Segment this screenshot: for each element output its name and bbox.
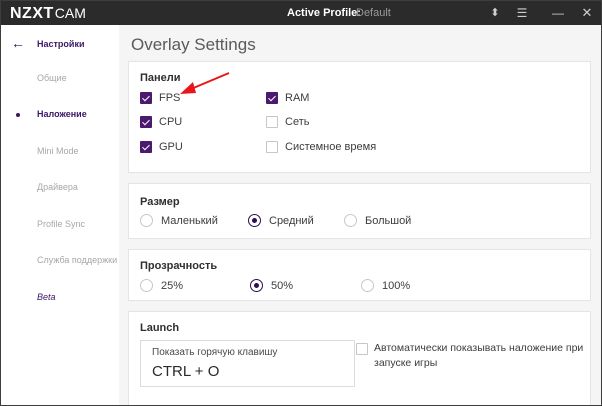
sidebar-title[interactable]: Настройки: [37, 39, 84, 49]
size-title: Размер: [140, 196, 180, 208]
auto-show-checkbox[interactable]: [356, 343, 368, 355]
size-large-label: Большой: [365, 214, 412, 227]
active-profile-label: Active Profile:: [287, 7, 361, 19]
size-large-radio[interactable]: [344, 214, 357, 227]
sidebar-item-mini-mode[interactable]: Mini Mode: [37, 146, 79, 156]
menu-list-icon[interactable]: ☰: [515, 5, 529, 21]
panels-card: Панели FPS CPU GPU RAM Сеть Системное вр…: [128, 61, 591, 173]
radio-size-large[interactable]: Большой: [344, 214, 411, 227]
opacity-25-radio[interactable]: [140, 279, 153, 292]
opacity-50-radio[interactable]: [250, 279, 263, 292]
opacity-100-label: 100%: [382, 279, 411, 292]
cpu-label: CPU: [159, 116, 183, 128]
app-logo: NZXTCAM: [10, 4, 86, 23]
profile-switch-icon[interactable]: ⬍: [488, 5, 502, 21]
main-content: Overlay Settings Панели FPS CPU GPU RAM: [119, 25, 601, 405]
sidebar-item-support[interactable]: Служба поддержки: [37, 255, 117, 265]
radio-size-small[interactable]: Маленький: [140, 214, 218, 227]
hotkey-value: CTRL + O: [152, 363, 220, 380]
logo-sub: CAM: [54, 5, 86, 21]
fps-checkbox-box[interactable]: [140, 92, 152, 104]
title-bar: NZXTCAM Active Profile: Default ⬍ ☰ — ✕: [1, 1, 601, 25]
hotkey-label: Показать горячую клавишу: [152, 347, 278, 358]
size-medium-label: Средний: [269, 214, 314, 227]
opacity-50-label: 50%: [271, 279, 294, 292]
launch-card: Launch Показать горячую клавишу CTRL + O…: [128, 311, 591, 405]
checkbox-network[interactable]: Сеть: [266, 116, 309, 128]
back-arrow-icon[interactable]: ←: [11, 36, 25, 50]
system-time-checkbox-box[interactable]: [266, 141, 278, 153]
active-profile-value[interactable]: Default: [356, 7, 391, 19]
minimize-icon[interactable]: —: [551, 5, 565, 21]
checkbox-fps[interactable]: FPS: [140, 92, 180, 104]
size-medium-radio[interactable]: [248, 214, 261, 227]
checkbox-ram[interactable]: RAM: [266, 92, 309, 104]
sidebar-item-profile-sync[interactable]: Profile Sync: [37, 219, 85, 229]
cpu-checkbox-box[interactable]: [140, 116, 152, 128]
app-window: NZXTCAM Active Profile: Default ⬍ ☰ — ✕ …: [0, 0, 602, 406]
network-label: Сеть: [285, 116, 310, 128]
sidebar-item-beta[interactable]: Beta: [37, 292, 56, 302]
system-time-label: Системное время: [285, 141, 377, 153]
logo-main: NZXT: [10, 5, 54, 22]
opacity-title: Прозрачность: [140, 260, 218, 272]
close-icon[interactable]: ✕: [580, 5, 594, 21]
size-small-label: Маленький: [161, 214, 218, 227]
sidebar-item-drivers[interactable]: Драйвера: [37, 182, 78, 192]
launch-title: Launch: [140, 322, 180, 334]
page-title: Overlay Settings: [131, 35, 256, 54]
network-checkbox-box[interactable]: [266, 116, 278, 128]
radio-size-medium[interactable]: Средний: [248, 214, 314, 227]
ram-checkbox-box[interactable]: [266, 92, 278, 104]
sidebar-item-general[interactable]: Общие: [37, 73, 67, 83]
opacity-25-label: 25%: [161, 279, 184, 292]
opacity-100-radio[interactable]: [361, 279, 374, 292]
checkbox-gpu[interactable]: GPU: [140, 141, 183, 153]
radio-opacity-50[interactable]: 50%: [250, 279, 293, 292]
size-card: Размер Маленький Средний Большой: [128, 183, 591, 239]
panels-title: Панели: [140, 72, 181, 84]
sidebar-item-overlay[interactable]: Наложение: [37, 109, 87, 119]
settings-sidebar: ← Настройки Общие Наложение Mini Mode Др…: [1, 25, 119, 405]
opacity-card: Прозрачность 25% 50% 100%: [128, 249, 591, 301]
active-indicator-dot: [16, 113, 20, 117]
size-small-radio[interactable]: [140, 214, 153, 227]
gpu-checkbox-box[interactable]: [140, 141, 152, 153]
checkbox-system-time[interactable]: Системное время: [266, 141, 376, 153]
auto-show-label: Автоматически показывать наложение при з…: [374, 342, 584, 369]
ram-label: RAM: [285, 92, 310, 104]
gpu-label: GPU: [159, 141, 183, 153]
checkbox-cpu[interactable]: CPU: [140, 116, 182, 128]
radio-opacity-25[interactable]: 25%: [140, 279, 183, 292]
hotkey-input[interactable]: Показать горячую клавишу CTRL + O: [140, 340, 355, 387]
fps-label: FPS: [159, 92, 181, 104]
radio-opacity-100[interactable]: 100%: [361, 279, 410, 292]
